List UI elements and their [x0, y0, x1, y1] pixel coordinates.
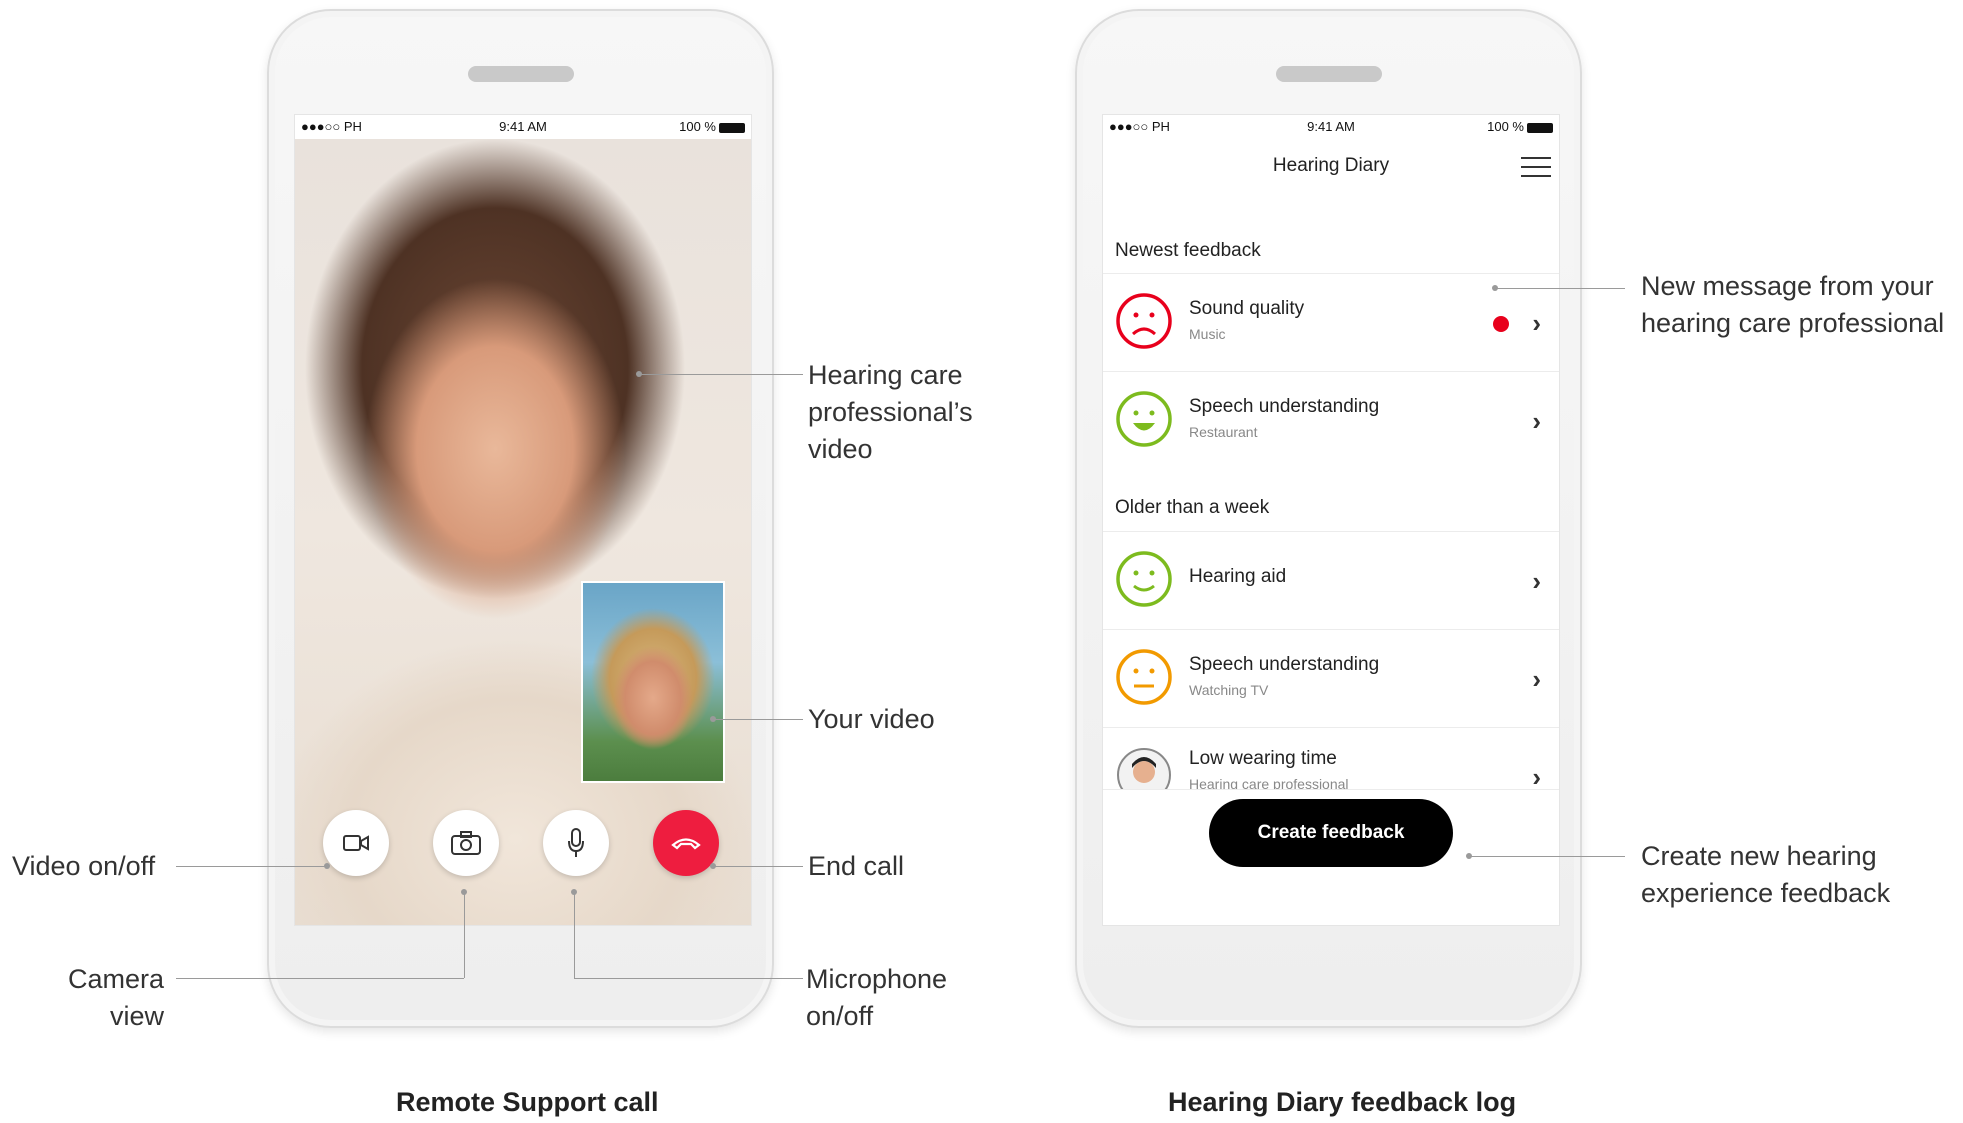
callout-line — [713, 719, 803, 720]
callout-line — [176, 978, 464, 979]
happy-face-icon — [1116, 391, 1172, 447]
camera-switch-button[interactable] — [433, 810, 499, 876]
callout-camera-view: Camera view — [67, 964, 164, 1031]
chevron-right-icon: › — [1532, 308, 1541, 338]
sad-face-icon — [1116, 293, 1172, 349]
callout-line — [176, 866, 326, 867]
unread-indicator — [1493, 316, 1509, 332]
feedback-subtitle: Hearing care professional — [1189, 776, 1349, 790]
callout-line — [464, 892, 465, 978]
camera-switch-icon — [451, 831, 481, 855]
feedback-title: Speech understanding — [1189, 654, 1380, 675]
list-divider — [1103, 789, 1559, 790]
feedback-title: Speech understanding — [1189, 396, 1380, 417]
callout-line — [574, 892, 575, 978]
battery-status: 100 % — [1487, 119, 1553, 134]
video-toggle-button[interactable] — [323, 810, 389, 876]
phone-speaker — [467, 66, 574, 82]
callout-line — [574, 978, 803, 979]
callout-dot — [461, 889, 467, 895]
video-camera-icon — [343, 835, 369, 851]
smile-face-icon — [1116, 551, 1172, 607]
battery-status: 100 % — [679, 119, 745, 134]
callout-professional-video: Hearing care professional’s video — [808, 360, 973, 464]
callout-line — [1469, 856, 1625, 857]
callout-line — [639, 374, 803, 375]
feedback-title: Hearing aid — [1189, 566, 1287, 587]
section-header-older: Older than a week — [1115, 497, 1270, 518]
section-header-newest: Newest feedback — [1115, 240, 1261, 261]
avatar-icon — [1117, 748, 1171, 790]
microphone-icon — [568, 828, 584, 857]
battery-icon — [1527, 122, 1553, 133]
feedback-row[interactable]: Speech understanding Watching TV › — [1103, 629, 1559, 726]
chevron-right-icon: › — [1532, 566, 1541, 596]
callout-end-call: End call — [808, 851, 905, 881]
caption-remote-support: Remote Support call — [396, 1087, 659, 1117]
chevron-right-icon: › — [1532, 664, 1541, 694]
phone-remote-support: ●●●○○ PH 9:41 AM 100 % — [267, 9, 774, 1028]
feedback-row[interactable]: Speech understanding Restaurant › — [1103, 371, 1559, 468]
battery-icon — [719, 122, 745, 133]
remote-support-screen: ●●●○○ PH 9:41 AM 100 % — [294, 114, 752, 926]
neutral-face-icon — [1116, 649, 1172, 705]
menu-icon[interactable] — [1521, 157, 1551, 184]
microphone-toggle-button[interactable] — [543, 810, 609, 876]
callout-create-new: Create new hearing experience feedback — [1641, 841, 1891, 908]
feedback-title: Low wearing time — [1189, 748, 1337, 769]
chevron-right-icon: › — [1532, 762, 1541, 790]
chevron-right-icon: › — [1532, 406, 1541, 436]
callout-your-video: Your video — [808, 704, 935, 734]
feedback-title: Sound quality — [1189, 298, 1305, 319]
status-bar: ●●●○○ PH 9:41 AM 100 % — [1103, 115, 1559, 139]
create-feedback-button[interactable]: Create feedback — [1209, 799, 1453, 867]
callout-video-toggle: Video on/off — [12, 851, 156, 881]
feedback-subtitle: Restaurant — [1189, 424, 1258, 440]
feedback-subtitle: Music — [1189, 326, 1226, 342]
callout-line — [713, 866, 803, 867]
status-bar: ●●●○○ PH 9:41 AM 100 % — [295, 115, 751, 139]
callout-dot — [324, 863, 330, 869]
feedback-subtitle: Watching TV — [1189, 682, 1269, 698]
professional-video-feed — [295, 139, 751, 925]
feedback-row[interactable]: Sound quality Music › — [1103, 273, 1559, 370]
page-title: Hearing Diary — [1272, 155, 1390, 176]
feedback-row[interactable]: Low wearing time Hearing care profession… — [1103, 727, 1559, 790]
callout-microphone: Microphone on/off — [806, 964, 948, 1031]
caption-hearing-diary: Hearing Diary feedback log — [1168, 1087, 1517, 1117]
callout-new-message: New message from your hearing care profe… — [1641, 271, 1945, 338]
callout-line — [1495, 288, 1625, 289]
self-video-preview[interactable] — [581, 581, 725, 783]
phone-hangup-icon — [671, 838, 701, 850]
phone-speaker — [1275, 66, 1382, 82]
feedback-row[interactable]: Hearing aid › — [1103, 531, 1559, 628]
phone-hearing-diary: ●●●○○ PH 9:41 AM 100 % Hearing Diary New… — [1075, 9, 1582, 1028]
hearing-diary-screen: ●●●○○ PH 9:41 AM 100 % Hearing Diary New… — [1102, 114, 1560, 926]
